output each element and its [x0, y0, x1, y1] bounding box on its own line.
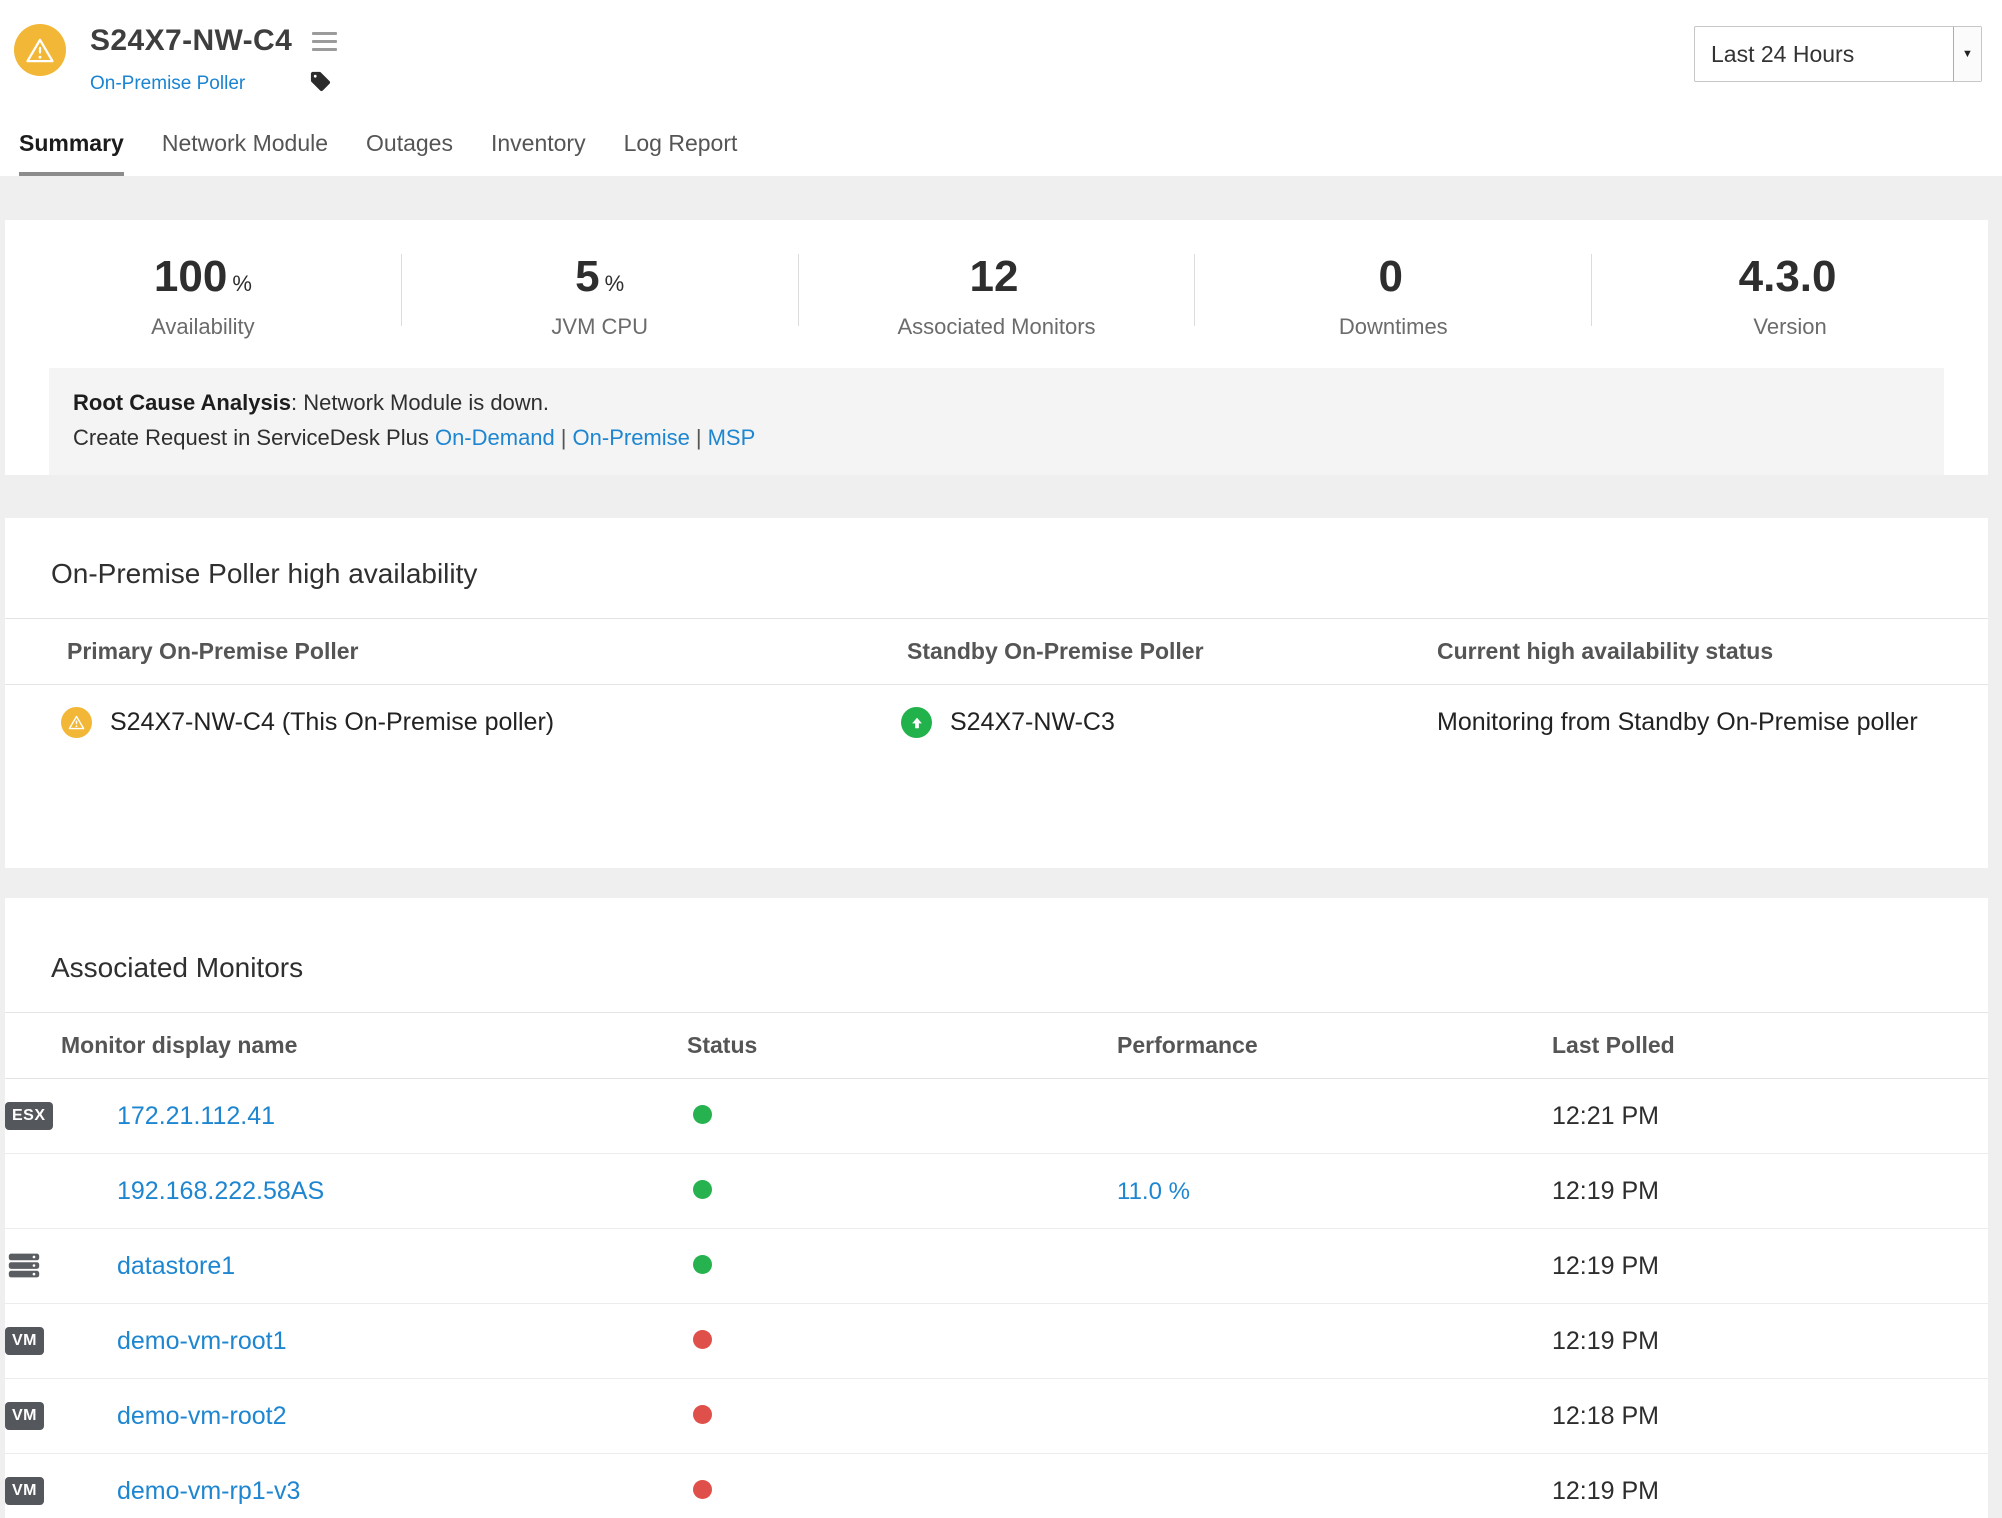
monitors-table: Monitor display name Status Performance …: [5, 1012, 1988, 1518]
esx-icon: ESX: [5, 1102, 53, 1130]
ha-table: Primary On-Premise Poller Standby On-Pre…: [5, 618, 1988, 764]
last-polled-time: 12:19 PM: [1490, 1454, 1988, 1518]
status-dot: [693, 1180, 712, 1199]
stat-value: 100: [154, 252, 227, 301]
monitor-link[interactable]: demo-vm-root2: [117, 1402, 287, 1431]
monitor-row: VM demo-vm-root2 12:18 PM: [5, 1379, 1988, 1454]
stat-label: Version: [1592, 314, 1988, 340]
ha-current-status: Monitoring from Standby On-Premise polle…: [1375, 685, 1988, 765]
link-msp[interactable]: MSP: [708, 425, 756, 450]
root-cause-message: : Network Module is down.: [291, 390, 549, 415]
menu-icon[interactable]: [312, 27, 337, 56]
last-polled-time: 12:19 PM: [1490, 1154, 1988, 1229]
stat-value: 12: [970, 252, 1019, 301]
status-dot: [693, 1480, 712, 1499]
last-polled-time: 12:18 PM: [1490, 1379, 1988, 1454]
create-request-text: Create Request in ServiceDesk Plus: [73, 425, 429, 450]
last-polled-time: 12:19 PM: [1490, 1304, 1988, 1379]
tab-inventory[interactable]: Inventory: [491, 130, 586, 176]
device-title: S24X7-NW-C4: [90, 24, 292, 58]
monitors-section-title: Associated Monitors: [5, 952, 1988, 984]
last-polled-time: 12:19 PM: [1490, 1229, 1988, 1304]
vm-icon: VM: [5, 1327, 44, 1355]
tab-log-report[interactable]: Log Report: [624, 130, 738, 176]
stat-jvm-cpu: 5% JVM CPU: [402, 252, 798, 340]
stat-version: 4.3.0 Version: [1592, 252, 1988, 340]
col-performance: Performance: [1055, 1013, 1490, 1079]
warning-status-icon: [61, 707, 92, 738]
standby-poller-name: S24X7-NW-C3: [950, 708, 1115, 737]
status-dot: [693, 1255, 712, 1274]
monitor-row: 192.168.222.58AS 11.0 % 12:19 PM: [5, 1154, 1988, 1229]
stat-downtimes: 0 Downtimes: [1195, 252, 1591, 340]
col-primary-poller: Primary On-Premise Poller: [5, 619, 845, 685]
ha-section-title: On-Premise Poller high availability: [5, 558, 1988, 590]
stat-label: Downtimes: [1195, 314, 1591, 340]
stat-associated-monitors: 12 Associated Monitors: [799, 252, 1195, 340]
stat-availability: 100% Availability: [5, 252, 401, 340]
status-dot: [693, 1105, 712, 1124]
stat-label: JVM CPU: [402, 314, 798, 340]
datastore-icon: [5, 1251, 43, 1281]
associated-monitors-card: Associated Monitors Monitor display name…: [5, 898, 1988, 1518]
up-arrow-icon: [901, 707, 932, 738]
monitor-row: datastore1 12:19 PM: [5, 1229, 1988, 1304]
status-dot: [693, 1330, 712, 1349]
col-status: Status: [635, 1013, 1055, 1079]
col-monitor-name: Monitor display name: [5, 1013, 635, 1079]
monitor-link[interactable]: demo-vm-rp1-v3: [117, 1477, 300, 1506]
page-header: S24X7-NW-C4 On-Premise Poller Last 24 Ho…: [0, 0, 2002, 176]
stat-label: Availability: [5, 314, 401, 340]
monitor-row: ESX 172.21.112.41 12:21 PM: [5, 1079, 1988, 1154]
device-type-link[interactable]: On-Premise Poller: [90, 73, 245, 95]
warning-status-icon: [14, 24, 66, 76]
link-on-premise[interactable]: On-Premise: [573, 425, 690, 450]
tab-network-module[interactable]: Network Module: [162, 130, 328, 176]
summary-stats-card: 100% Availability 5% JVM CPU 12 Associat…: [5, 220, 1988, 475]
vm-icon: VM: [5, 1477, 44, 1505]
primary-poller-name: S24X7-NW-C4 (This On-Premise poller): [110, 708, 554, 737]
root-cause-label: Root Cause Analysis: [73, 390, 291, 415]
monitor-link[interactable]: 192.168.222.58AS: [117, 1177, 324, 1206]
monitor-row: VM demo-vm-root1 12:19 PM: [5, 1304, 1988, 1379]
tab-outages[interactable]: Outages: [366, 130, 453, 176]
monitor-link[interactable]: datastore1: [117, 1252, 235, 1281]
high-availability-card: On-Premise Poller high availability Prim…: [5, 518, 1988, 868]
warning-triangle-icon: [25, 37, 55, 64]
tab-bar: Summary Network Module Outages Inventory…: [14, 130, 2002, 176]
monitor-link[interactable]: demo-vm-root1: [117, 1327, 287, 1356]
performance-value[interactable]: 11.0 %: [1117, 1178, 1190, 1205]
dropdown-arrow-icon[interactable]: ▼: [1953, 27, 1981, 81]
stat-value: 4.3.0: [1739, 252, 1837, 301]
stat-value: 0: [1379, 252, 1403, 301]
col-standby-poller: Standby On-Premise Poller: [845, 619, 1375, 685]
stat-label: Associated Monitors: [799, 314, 1195, 340]
tag-icon[interactable]: [309, 70, 332, 98]
monitor-link[interactable]: 172.21.112.41: [117, 1102, 275, 1131]
last-polled-time: 12:21 PM: [1490, 1079, 1988, 1154]
ha-row: S24X7-NW-C4 (This On-Premise poller) S24…: [5, 685, 1988, 765]
vm-icon: VM: [5, 1402, 44, 1430]
status-dot: [693, 1405, 712, 1424]
monitor-row: VM demo-vm-rp1-v3 12:19 PM: [5, 1454, 1988, 1518]
time-range-select[interactable]: Last 24 Hours ▼: [1694, 26, 1982, 82]
root-cause-analysis-box: Root Cause Analysis: Network Module is d…: [49, 368, 1944, 475]
col-ha-status: Current high availability status: [1375, 619, 1988, 685]
col-last-polled: Last Polled: [1490, 1013, 1988, 1079]
tab-summary[interactable]: Summary: [19, 130, 124, 176]
time-range-value: Last 24 Hours: [1695, 27, 1953, 81]
link-on-demand[interactable]: On-Demand: [435, 425, 555, 450]
stat-value: 5: [575, 252, 599, 301]
